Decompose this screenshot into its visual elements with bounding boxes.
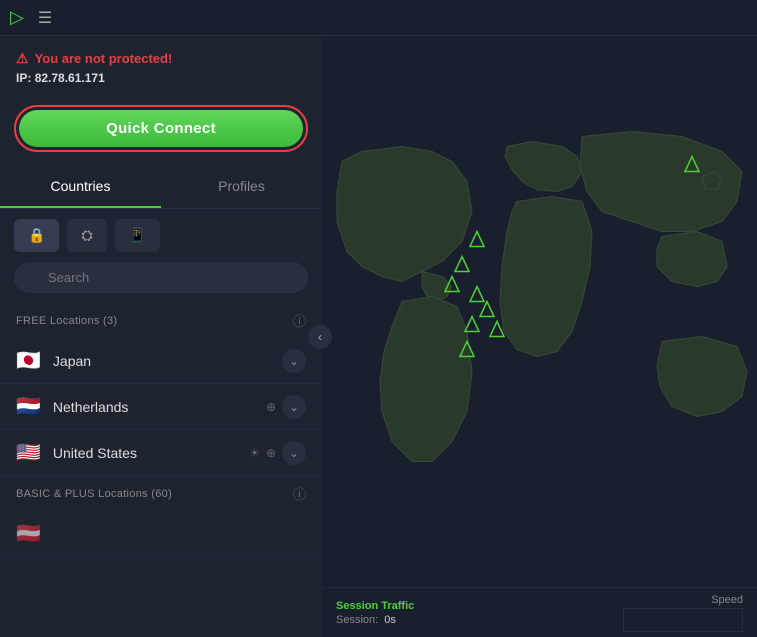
tab-profiles[interactable]: Profiles — [161, 166, 322, 208]
basic-plus-locations-header: BASIC & PLUS Locations (60) ⓘ — [0, 476, 322, 511]
logo-icon: ▷ — [10, 7, 24, 28]
location-icons: ⊕ ⌄ — [266, 395, 306, 419]
tabs-bar: Countries Profiles — [0, 166, 322, 209]
traffic-label: Session Traffic — [336, 600, 414, 612]
tab-countries[interactable]: Countries — [0, 166, 161, 208]
left-panel: ⚠ You are not protected! IP: 82.78.61.17… — [0, 36, 322, 637]
speed-graph — [623, 608, 743, 632]
flag-netherlands: 🇳🇱 — [16, 394, 41, 419]
list-item[interactable]: 🇦🇹 — [0, 511, 322, 557]
not-protected-status: ⚠ You are not protected! — [16, 50, 306, 67]
ip-value: 82.78.61.171 — [35, 71, 105, 85]
filter-tor-button[interactable]: 📱 — [115, 219, 160, 252]
session-label: Session: — [336, 614, 378, 626]
ip-display: IP: 82.78.61.171 — [16, 71, 306, 85]
shield-icon: ⛭ — [81, 227, 92, 244]
quick-connect-border: Quick Connect — [14, 105, 308, 152]
top-bar: ▷ ☰ — [0, 0, 757, 36]
speed-section: Speed — [623, 594, 743, 632]
flag-unknown: 🇦🇹 — [16, 521, 41, 546]
flag-japan: 🇯🇵 — [16, 348, 41, 373]
basic-plus-label: BASIC & PLUS Locations (60) — [16, 488, 172, 500]
country-name: United States — [53, 445, 249, 461]
tor-icon: 📱 — [129, 227, 146, 244]
bottom-bar: Session Traffic Session: 0s Speed — [322, 587, 757, 637]
country-name: Netherlands — [53, 399, 266, 415]
ip-label: IP: — [16, 71, 31, 85]
right-panel: ‹ — [322, 36, 757, 637]
country-name: Japan — [53, 353, 282, 369]
free-locations-header: FREE Locations (3) ⓘ — [0, 303, 322, 338]
expand-netherlands-button[interactable]: ⌄ — [282, 395, 306, 419]
quick-connect-button[interactable]: Quick Connect — [19, 110, 303, 147]
free-locations-label: FREE Locations (3) — [16, 315, 117, 327]
collapse-panel-button[interactable]: ‹ — [308, 325, 332, 349]
filter-bar: 🔒 ⛭ 📱 — [0, 209, 322, 262]
filter-shield-button[interactable]: ⛭ — [67, 219, 106, 252]
flag-us: 🇺🇸 — [16, 440, 41, 465]
traffic-section: Session Traffic Session: 0s — [336, 600, 414, 626]
expand-us-button[interactable]: ⌄ — [282, 441, 306, 465]
speed-label: Speed — [623, 594, 743, 606]
quick-connect-wrapper: Quick Connect — [0, 95, 322, 166]
p2p-us-icon: ⊕ — [266, 446, 276, 460]
list-item[interactable]: 🇳🇱 Netherlands ⊕ ⌄ — [0, 384, 322, 430]
traffic-row: Session: 0s — [336, 614, 414, 626]
basic-info-icon[interactable]: ⓘ — [293, 484, 306, 503]
list-item[interactable]: 🇯🇵 Japan ⌄ — [0, 338, 322, 384]
list-item[interactable]: 🇺🇸 United States ☀ ⊕ ⌄ — [0, 430, 322, 476]
protection-status-text: You are not protected! — [35, 51, 173, 66]
session-value: 0s — [384, 614, 396, 626]
location-icons: ☀ ⊕ ⌄ — [249, 441, 306, 465]
search-wrapper: 🔍 — [14, 262, 308, 293]
map-area — [322, 36, 757, 587]
p2p-icon: ⊕ — [266, 400, 276, 414]
search-container: 🔍 — [0, 262, 322, 303]
filter-secure-button[interactable]: 🔒 — [14, 219, 59, 252]
warning-icon: ⚠ — [16, 50, 29, 67]
tor-us-icon: ☀ — [249, 446, 260, 460]
world-map — [322, 36, 757, 587]
search-input[interactable] — [14, 262, 308, 293]
main-layout: ⚠ You are not protected! IP: 82.78.61.17… — [0, 36, 757, 637]
menu-icon[interactable]: ☰ — [38, 8, 52, 28]
free-info-icon[interactable]: ⓘ — [293, 311, 306, 330]
lock-icon: 🔒 — [28, 227, 45, 244]
expand-japan-button[interactable]: ⌄ — [282, 349, 306, 373]
location-list[interactable]: FREE Locations (3) ⓘ 🇯🇵 Japan ⌄ 🇳🇱 Nethe… — [0, 303, 322, 637]
location-icons: ⌄ — [282, 349, 306, 373]
status-section: ⚠ You are not protected! IP: 82.78.61.17… — [0, 36, 322, 95]
